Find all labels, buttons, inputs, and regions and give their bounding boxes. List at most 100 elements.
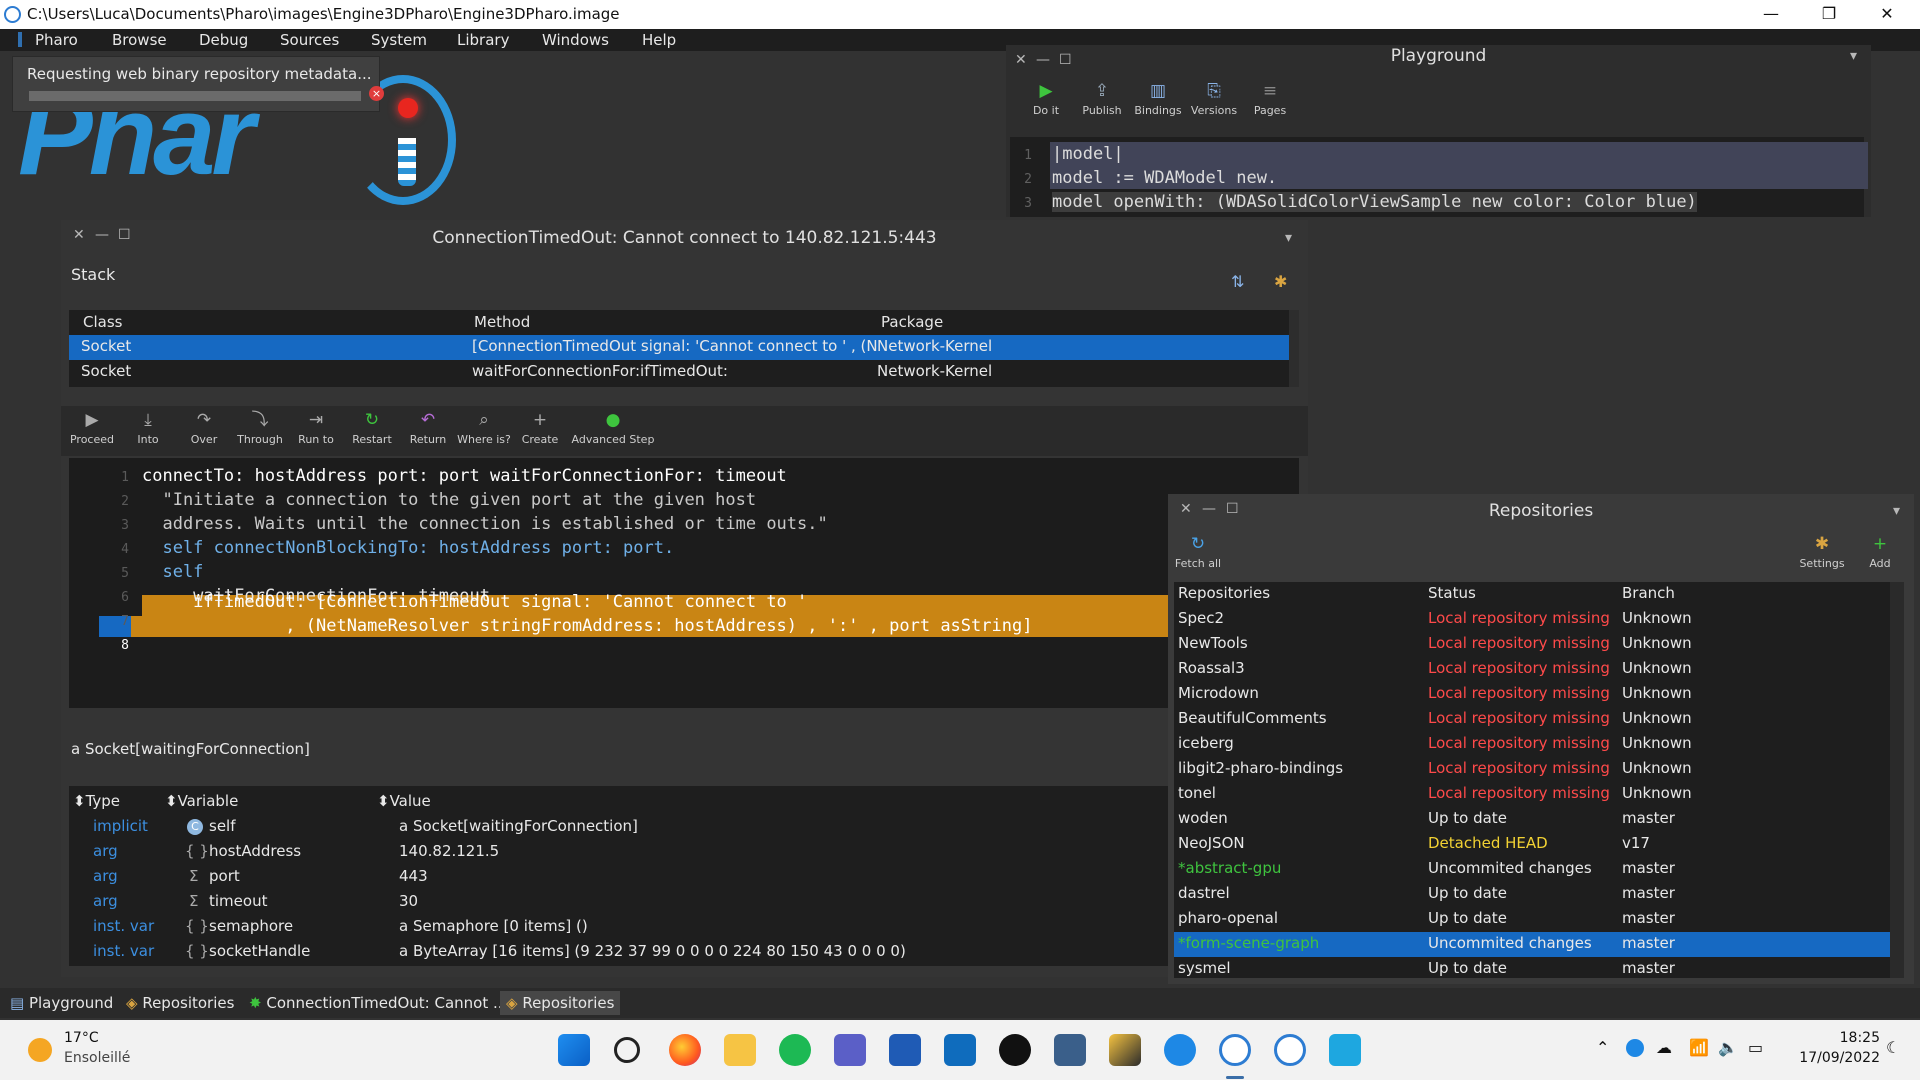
settings-icon[interactable]: ✱ <box>1274 272 1287 291</box>
do-it-button[interactable]: ▶ Do it <box>1018 81 1074 117</box>
taskbar-item-debugger[interactable]: ✸ ConnectionTimedOut: Cannot ... <box>243 991 513 1015</box>
menu-browse[interactable]: Browse <box>112 31 167 49</box>
clock-time[interactable]: 18:25 <box>1828 1030 1880 1046</box>
into-button[interactable]: ⤓ Into <box>120 410 176 446</box>
app-icon[interactable] <box>1164 1034 1196 1066</box>
repository-row[interactable]: libgit2-pharo-bindings Local repository m… <box>1174 757 1890 782</box>
window-menu-chevron-icon[interactable]: ▾ <box>1893 496 1900 526</box>
pharo-taskbar-icon[interactable] <box>1219 1034 1251 1066</box>
create-button[interactable]: + Create <box>512 410 568 446</box>
menu-sources[interactable]: Sources <box>280 31 339 49</box>
stack-row[interactable]: Socket [ConnectionTimedOut signal: 'Cann… <box>69 335 1289 360</box>
stack-row[interactable]: Socket waitForConnectionFor:ifTimedOut: … <box>69 360 1289 385</box>
variable-row[interactable]: arg { } hostAddress 140.82.121.5 <box>69 840 1299 865</box>
menu-debug[interactable]: Debug <box>199 31 248 49</box>
repository-row[interactable]: NewTools Local repository missing Unknown <box>1174 632 1890 657</box>
chevron-up-icon[interactable]: ⌃ <box>1596 1038 1609 1057</box>
column-header-class[interactable]: Class <box>83 313 122 331</box>
speaker-icon[interactable]: 🔈 <box>1718 1038 1738 1057</box>
variable-row[interactable]: implicit C self a Socket[waitingForConne… <box>69 815 1299 840</box>
repository-row[interactable]: NeoJSON Detached HEAD v17 <box>1174 832 1890 857</box>
menu-help[interactable]: Help <box>642 31 676 49</box>
variable-row[interactable]: inst. var { } semaphore a Semaphore [0 i… <box>69 915 1299 940</box>
app-icon[interactable] <box>1109 1034 1141 1066</box>
repository-row[interactable]: Roassal3 Local repository missing Unknown <box>1174 657 1890 682</box>
column-header-package[interactable]: Package <box>881 313 943 331</box>
repository-row[interactable]: woden Up to date master <box>1174 807 1890 832</box>
through-button[interactable]: ⤵ Through <box>232 410 288 446</box>
repository-row[interactable]: iceberg Local repository missing Unknown <box>1174 732 1890 757</box>
where-is-button[interactable]: ⌕ Where is? <box>456 410 512 446</box>
cloud-icon[interactable]: ☁ <box>1656 1038 1672 1057</box>
virtualbox-icon[interactable] <box>1054 1034 1086 1066</box>
spotify-icon[interactable] <box>779 1034 811 1066</box>
return-button[interactable]: ↶ Return <box>400 410 456 446</box>
onedrive-error-icon[interactable] <box>1626 1039 1644 1057</box>
wifi-icon[interactable]: 📶 <box>1689 1038 1709 1057</box>
pharo-menu-icon[interactable] <box>18 32 22 47</box>
repository-row[interactable]: *abstract-gpu Uncommited changes master <box>1174 857 1890 882</box>
repository-row[interactable]: tonel Local repository missing Unknown <box>1174 782 1890 807</box>
taskbar-item-playground[interactable]: ▤ Playground <box>4 991 119 1015</box>
restore-button[interactable]: ❐ <box>1800 0 1858 29</box>
minimize-button[interactable]: — <box>1742 0 1800 29</box>
taskbar-item-repositories-active[interactable]: ◈ Repositories <box>500 991 621 1015</box>
variable-row[interactable]: inst. var { } socketHandle a ByteArray [… <box>69 940 1299 965</box>
window-menu-chevron-icon[interactable]: ▾ <box>1285 223 1292 253</box>
repository-row[interactable]: sysmel Up to date master <box>1174 957 1890 982</box>
repository-row[interactable]: Microdown Local repository missing Unknown <box>1174 682 1890 707</box>
proceed-button[interactable]: ▶ Proceed <box>64 410 120 446</box>
variable-row[interactable]: arg Σ port 443 <box>69 865 1299 890</box>
settings-button[interactable]: ✱ Settings <box>1794 534 1850 570</box>
pages-button[interactable]: ≡ Pages <box>1242 81 1298 117</box>
column-header-type[interactable]: ⬍Type <box>73 792 120 810</box>
column-header-status[interactable]: Status <box>1428 584 1476 602</box>
playground-editor[interactable]: 1 |model| 2 model := WDAModel new. 3 mod… <box>1010 137 1868 217</box>
repository-row[interactable]: *form-scene-graph Uncommited changes maste… <box>1174 932 1890 957</box>
scrollbar[interactable] <box>1289 310 1299 387</box>
bindings-button[interactable]: ▥ Bindings <box>1130 81 1186 117</box>
column-header-repositories[interactable]: Repositories <box>1178 584 1270 602</box>
windows-start-icon[interactable] <box>558 1034 590 1066</box>
scrollbar[interactable] <box>1890 582 1904 978</box>
cancel-progress-icon[interactable]: × <box>369 86 384 101</box>
debugger-code-editor[interactable]: 1 connectTo: hostAddress port: port wait… <box>69 458 1299 708</box>
versions-button[interactable]: ⎘ Versions <box>1186 81 1242 117</box>
column-header-method[interactable]: Method <box>474 313 530 331</box>
window-menu-chevron-icon[interactable]: ▾ <box>1850 41 1857 71</box>
advanced-step-button[interactable]: ● Advanced Step <box>568 410 658 446</box>
publish-button[interactable]: ⇪ Publish <box>1074 81 1130 117</box>
fetch-all-button[interactable]: ↻ Fetch all <box>1170 534 1226 570</box>
remarkable-icon[interactable] <box>999 1034 1031 1066</box>
over-button[interactable]: ↷ Over <box>176 410 232 446</box>
firefox-icon[interactable] <box>669 1034 701 1066</box>
notepad-icon[interactable] <box>1329 1034 1361 1066</box>
close-button[interactable]: ✕ <box>1858 0 1916 29</box>
file-explorer-icon[interactable] <box>724 1034 756 1066</box>
clock-date[interactable]: 17/09/2022 <box>1788 1050 1880 1066</box>
pharo-launcher-icon[interactable] <box>1274 1034 1306 1066</box>
variable-row[interactable]: arg Σ timeout 30 <box>69 890 1299 915</box>
taskbar-item-repositories[interactable]: ◈ Repositories <box>120 991 240 1015</box>
run-to-button[interactable]: ⇥ Run to <box>288 410 344 446</box>
repository-row[interactable]: BeautifulComments Local repository missin… <box>1174 707 1890 732</box>
teams-icon[interactable] <box>834 1034 866 1066</box>
repository-row[interactable]: pharo-openal Up to date master <box>1174 907 1890 932</box>
sort-icon[interactable]: ⇅ <box>1231 272 1244 291</box>
column-header-value[interactable]: ⬍Value <box>377 792 431 810</box>
repository-row[interactable]: Spec2 Local repository missing Unknown <box>1174 607 1890 632</box>
repository-row[interactable]: dastrel Up to date master <box>1174 882 1890 907</box>
column-header-variable[interactable]: ⬍Variable <box>165 792 238 810</box>
notification-icon[interactable]: ☾ <box>1886 1038 1900 1057</box>
battery-icon[interactable]: ▭ <box>1748 1038 1763 1057</box>
restart-button[interactable]: ↻ Restart <box>344 410 400 446</box>
search-icon[interactable] <box>614 1037 640 1063</box>
menu-pharo[interactable]: Pharo <box>35 31 78 49</box>
add-button[interactable]: + Add <box>1852 534 1908 570</box>
menu-library[interactable]: Library <box>457 31 509 49</box>
menu-system[interactable]: System <box>371 31 427 49</box>
weather-desc[interactable]: Ensoleillé <box>64 1050 130 1066</box>
column-header-branch[interactable]: Branch <box>1622 584 1675 602</box>
outlook-icon[interactable] <box>944 1034 976 1066</box>
weather-temp[interactable]: 17°C <box>64 1030 99 1046</box>
